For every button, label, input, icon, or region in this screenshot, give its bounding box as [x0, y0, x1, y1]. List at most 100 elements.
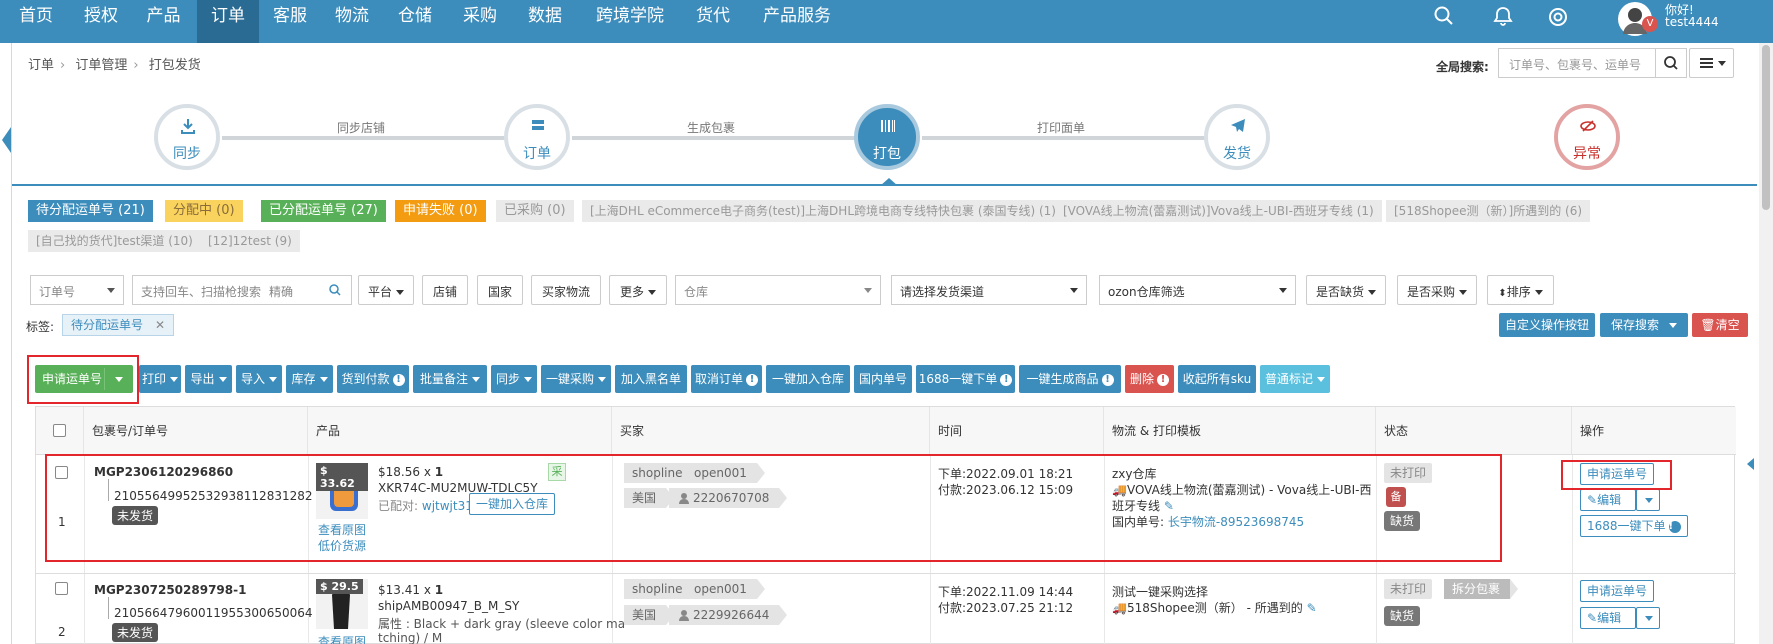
- edit-more-dropdown[interactable]: [1636, 607, 1660, 629]
- step-ship[interactable]: 发货: [1204, 104, 1270, 170]
- export-dropdown[interactable]: 导出: [185, 365, 232, 393]
- edit-button[interactable]: ✎编辑: [1580, 607, 1636, 629]
- cancel-order-button[interactable]: 取消订单!: [691, 365, 762, 393]
- tag-channel[interactable]: [VOVA线上物流(蕾嘉测试)]Vova线上-UBI-西班牙专线 (1): [1055, 200, 1382, 222]
- tag-channel[interactable]: [518Shopee测（新）]所遇到的 (6): [1386, 200, 1591, 222]
- nav-academy[interactable]: 跨境学院: [577, 0, 683, 43]
- col-actions: 操作: [1572, 407, 1736, 455]
- step-order[interactable]: 订单: [504, 104, 570, 170]
- sort-dropdown[interactable]: ⬍排序: [1487, 275, 1554, 305]
- stock-dropdown[interactable]: 库存: [286, 365, 333, 393]
- edit-button[interactable]: ✎编辑: [1580, 489, 1636, 511]
- buyer-logistics-button[interactable]: 买家物流: [531, 275, 601, 305]
- nav-product-service[interactable]: 产品服务: [743, 0, 851, 43]
- truck-icon: 🚚: [1112, 601, 1127, 615]
- breadcrumb-item[interactable]: 订单管理: [75, 58, 127, 73]
- tag-assigning[interactable]: 分配中 (0): [165, 200, 243, 222]
- nav-logistics[interactable]: 物流: [321, 0, 383, 43]
- edit-more-dropdown[interactable]: [1636, 489, 1660, 511]
- tag-channel[interactable]: [上海DHL eCommerce电子商务(test)]上海DHL跨境电商专线特快…: [582, 200, 1064, 222]
- close-icon: ✕: [155, 318, 166, 332]
- order-no-select[interactable]: 订单号: [30, 275, 124, 305]
- import-dropdown[interactable]: 导入: [236, 365, 282, 393]
- channel-select[interactable]: 请选择发货渠道: [891, 275, 1087, 305]
- bell-icon[interactable]: [1492, 5, 1514, 27]
- nav-service[interactable]: 客服: [259, 0, 321, 43]
- nav-forwarder[interactable]: 货代: [683, 0, 743, 43]
- gear-icon[interactable]: [1546, 5, 1570, 29]
- tag-channel[interactable]: [自己找的货代]test渠道 (10): [28, 230, 201, 252]
- user-icon: [679, 610, 689, 621]
- edit-icon[interactable]: ✎: [1307, 601, 1317, 615]
- cod-button[interactable]: 货到付款!: [337, 365, 409, 393]
- search-input[interactable]: 支持回车、扫描枪搜索 精确: [132, 275, 352, 305]
- ozon-warehouse-select[interactable]: ozon仓库筛选: [1099, 275, 1296, 305]
- breadcrumb-item[interactable]: 订单: [28, 58, 54, 73]
- add-to-warehouse-button[interactable]: 一键加入仓库: [766, 365, 850, 393]
- search-type-dropdown[interactable]: [1689, 48, 1734, 78]
- order-1688-button[interactable]: 1688一键下单!: [916, 365, 1015, 393]
- normal-mark-dropdown[interactable]: 普通标记: [1260, 365, 1330, 393]
- row-checkbox[interactable]: [55, 582, 68, 595]
- step-connector-label: 同步店铺: [337, 121, 386, 135]
- delete-button[interactable]: 删除!: [1125, 365, 1174, 393]
- order-number[interactable]: 2105664796001195530065006​4: [114, 606, 313, 620]
- sidebar-toggle-icon[interactable]: [2, 127, 11, 153]
- split-package-tag: 拆分包裹: [1444, 579, 1519, 599]
- global-search-input[interactable]: 订单号、包裹号、运单号: [1498, 48, 1655, 78]
- nav-product[interactable]: 产品: [130, 0, 197, 43]
- country-button[interactable]: 国家: [477, 275, 523, 305]
- scrollbar-thumb[interactable]: [1762, 45, 1770, 210]
- global-search-button[interactable]: [1655, 48, 1687, 78]
- out-of-stock-dropdown[interactable]: 是否缺货: [1306, 275, 1386, 305]
- product-thumbnail[interactable]: $ 29.5: [316, 579, 368, 629]
- one-click-purchase-dropdown[interactable]: 一键采购: [541, 365, 611, 393]
- nav-order[interactable]: 订单: [197, 0, 259, 43]
- tag-pending-waybill[interactable]: 待分配运单号 (21): [28, 200, 153, 222]
- search-icon[interactable]: [1433, 5, 1455, 27]
- order-1688-row-button[interactable]: 1688一键下单!: [1580, 515, 1688, 537]
- save-search-button[interactable]: 保存搜索: [1600, 313, 1688, 337]
- domestic-no-button[interactable]: 国内单号: [854, 365, 912, 393]
- process-steps: 同步店铺 生成包裹 打印面单 同步 订单 打包 发货 异常: [12, 86, 1757, 186]
- tag-purchased[interactable]: 已采购 (0): [496, 200, 574, 222]
- page-scrollbar[interactable]: [1759, 43, 1773, 644]
- store-button[interactable]: 店铺: [422, 275, 468, 305]
- tag-channel[interactable]: [12]12test (9): [200, 230, 300, 252]
- nav-auth[interactable]: 授权: [72, 0, 130, 43]
- username[interactable]: test4444: [1665, 15, 1719, 29]
- step-sync[interactable]: 同步: [154, 104, 220, 170]
- step-pack[interactable]: 打包: [854, 104, 920, 170]
- platform-dropdown[interactable]: 平台: [358, 275, 414, 305]
- generate-product-button[interactable]: 一键生成商品!: [1019, 365, 1121, 393]
- warehouse-select[interactable]: 仓库: [675, 275, 881, 305]
- more-dropdown[interactable]: 更多: [609, 275, 667, 305]
- col-buyer: 买家: [612, 407, 930, 455]
- purchased-dropdown[interactable]: 是否采购: [1397, 275, 1477, 305]
- buyer-id[interactable]: 2229926644: [669, 605, 788, 625]
- package-number[interactable]: MGP2307250289798-1: [94, 583, 246, 597]
- view-image-link[interactable]: 查看原图: [318, 633, 366, 644]
- nav-data[interactable]: 数据: [513, 0, 577, 43]
- step-exception[interactable]: 异常: [1554, 104, 1620, 170]
- highlight-action-box: [1561, 460, 1672, 490]
- print-dropdown[interactable]: 打印: [139, 365, 181, 393]
- custom-actions-button[interactable]: 自定义操作按钮: [1499, 313, 1595, 337]
- clear-button[interactable]: 🗑清空: [1692, 313, 1748, 337]
- collapse-sku-button[interactable]: 收起所有sku: [1178, 365, 1256, 393]
- nav-storage[interactable]: 仓储: [383, 0, 447, 43]
- tag-apply-failed[interactable]: 申请失败 (0): [395, 200, 486, 222]
- nav-purchase[interactable]: 采购: [447, 0, 513, 43]
- apply-waybill-row-button[interactable]: 申请运单号: [1580, 580, 1655, 602]
- sync-dropdown[interactable]: 同步: [491, 365, 537, 393]
- add-blacklist-button[interactable]: 加入黑名单: [615, 365, 687, 393]
- nav-home[interactable]: 首页: [0, 0, 72, 43]
- tag-assigned[interactable]: 已分配运单号 (27): [261, 200, 386, 222]
- active-filter-tag[interactable]: 待分配运单号 ✕: [62, 314, 175, 336]
- left-sidebar-strip: [0, 43, 12, 644]
- pay-time: 付款:2023.07.25 21:12: [938, 601, 1074, 615]
- product-sku[interactable]: shipAMB00947_B_M_SY: [378, 599, 519, 613]
- side-collapse-icon[interactable]: [1747, 458, 1754, 470]
- batch-note-dropdown[interactable]: 批量备注: [413, 365, 487, 393]
- select-all-checkbox[interactable]: [53, 424, 66, 437]
